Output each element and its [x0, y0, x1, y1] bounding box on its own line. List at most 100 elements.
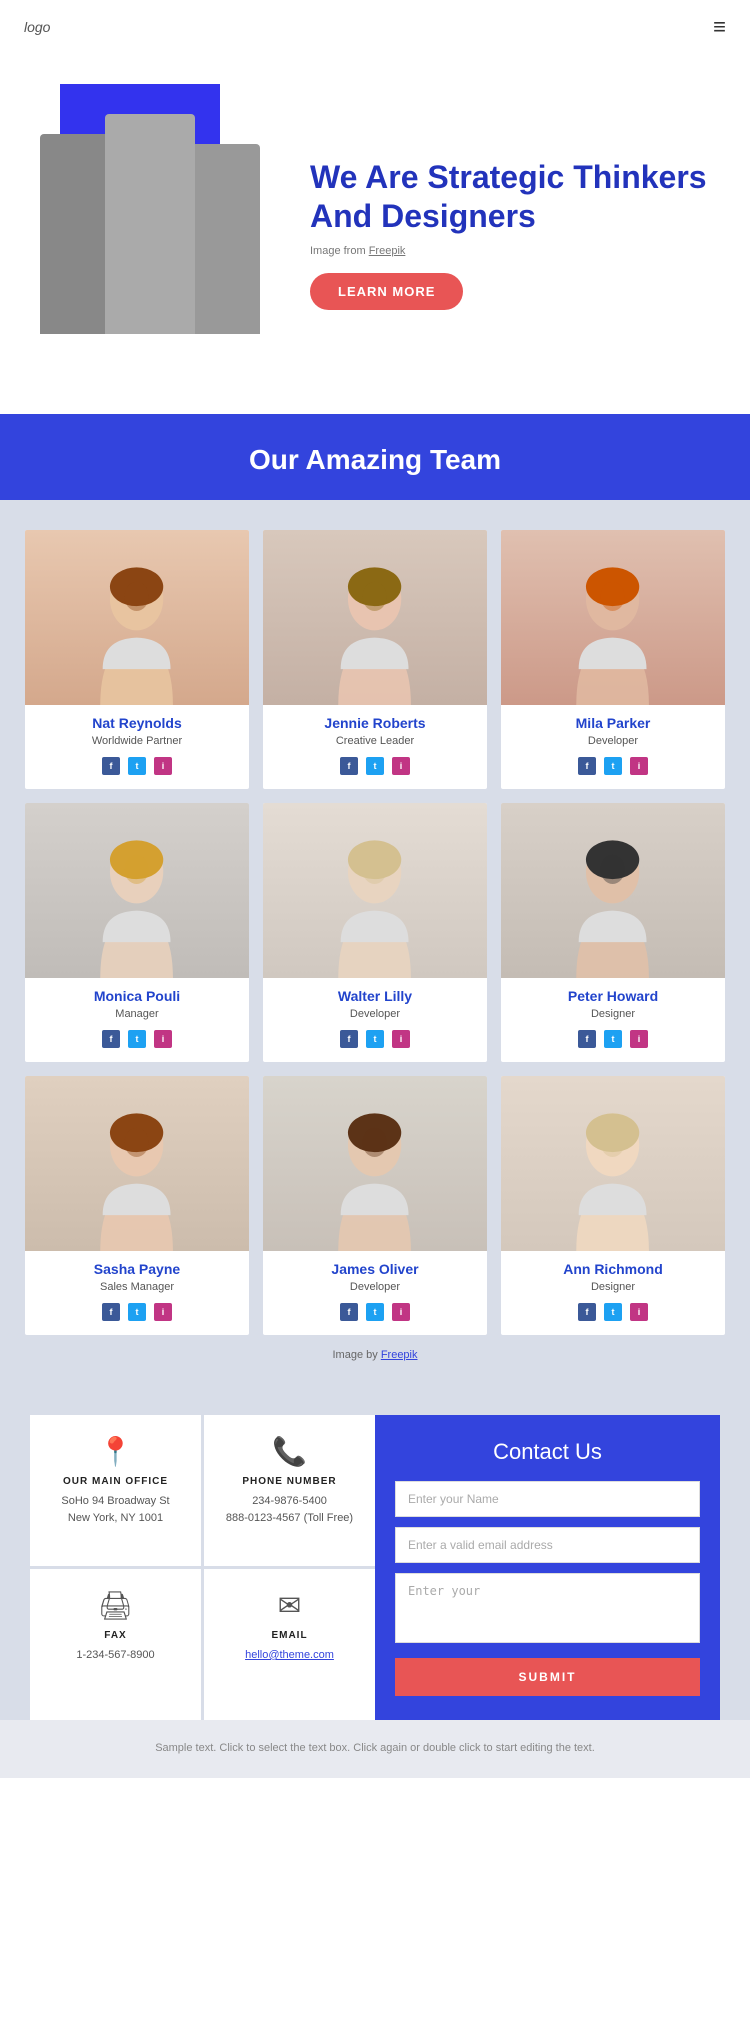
instagram-icon[interactable]: i — [154, 1030, 172, 1048]
team-card-photo — [263, 1076, 487, 1251]
contact-form: SUBMIT — [395, 1481, 700, 1696]
team-card-socials: f t i — [340, 1303, 410, 1321]
facebook-icon[interactable]: f — [102, 1030, 120, 1048]
team-card-role: Developer — [588, 735, 638, 747]
team-card-photo — [25, 1076, 249, 1251]
facebook-icon[interactable]: f — [578, 1030, 596, 1048]
facebook-icon[interactable]: f — [578, 757, 596, 775]
instagram-icon[interactable]: i — [392, 1030, 410, 1048]
team-card-name: Nat Reynolds — [92, 715, 181, 731]
name-input[interactable] — [395, 1481, 700, 1517]
facebook-icon[interactable]: f — [102, 1303, 120, 1321]
team-card-socials: f t i — [340, 757, 410, 775]
team-card-name: Monica Pouli — [94, 988, 180, 1004]
instagram-icon[interactable]: i — [392, 1303, 410, 1321]
team-card-photo — [501, 530, 725, 705]
email-link[interactable]: hello@theme.com — [245, 1649, 334, 1661]
team-card-role: Developer — [350, 1281, 400, 1293]
team-card: Ann Richmond Designer f t i — [501, 1076, 725, 1335]
facebook-icon[interactable]: f — [578, 1303, 596, 1321]
team-card: Jennie Roberts Creative Leader f t i — [263, 530, 487, 789]
twitter-icon[interactable]: t — [128, 1030, 146, 1048]
phone-icon: 📞 — [272, 1435, 307, 1468]
team-card-role: Designer — [591, 1281, 635, 1293]
instagram-icon[interactable]: i — [392, 757, 410, 775]
hero-section: We Are Strategic Thinkers And Designers … — [0, 54, 750, 414]
team-card-name: Jennie Roberts — [324, 715, 425, 731]
team-card-role: Sales Manager — [100, 1281, 174, 1293]
twitter-icon[interactable]: t — [366, 757, 384, 775]
hero-source-link[interactable]: Freepik — [369, 245, 406, 257]
instagram-icon[interactable]: i — [154, 1303, 172, 1321]
team-card-photo — [501, 1076, 725, 1251]
footer: Sample text. Click to select the text bo… — [0, 1720, 750, 1778]
learn-more-button[interactable]: LEARN MORE — [310, 273, 463, 310]
phone-numbers: 234-9876-5400888-0123-4567 (Toll Free) — [226, 1493, 353, 1526]
team-card-socials: f t i — [578, 757, 648, 775]
twitter-icon[interactable]: t — [604, 1303, 622, 1321]
team-freepik-link[interactable]: Freepik — [381, 1349, 418, 1361]
team-card-socials: f t i — [102, 1030, 172, 1048]
fax-icon: 🖨 — [98, 1589, 134, 1622]
twitter-icon[interactable]: t — [604, 757, 622, 775]
instagram-icon[interactable]: i — [154, 757, 172, 775]
twitter-icon[interactable]: t — [128, 1303, 146, 1321]
hero-text: We Are Strategic Thinkers And Designers … — [280, 158, 720, 310]
phone-label: PHONE NUMBER — [242, 1476, 336, 1487]
person-left — [40, 134, 115, 334]
twitter-icon[interactable]: t — [604, 1030, 622, 1048]
team-card-role: Designer — [591, 1008, 635, 1020]
team-card: James Oliver Developer f t i — [263, 1076, 487, 1335]
instagram-icon[interactable]: i — [630, 757, 648, 775]
team-card: Peter Howard Designer f t i — [501, 803, 725, 1062]
email-label: EMAIL — [271, 1630, 307, 1641]
message-textarea[interactable] — [395, 1573, 700, 1643]
hamburger-icon[interactable]: ≡ — [713, 14, 726, 40]
email-info-box: ✉ EMAIL hello@theme.com — [204, 1569, 375, 1720]
twitter-icon[interactable]: t — [366, 1303, 384, 1321]
team-card-socials: f t i — [578, 1030, 648, 1048]
contact-info-grid: 📍 OUR MAIN OFFICE SoHo 94 Broadway StNew… — [30, 1415, 375, 1720]
team-image-credit: Image by Freepik — [24, 1335, 726, 1375]
twitter-icon[interactable]: t — [366, 1030, 384, 1048]
team-grid-wrapper: Nat Reynolds Worldwide Partner f t i — [0, 500, 750, 1385]
team-card: Monica Pouli Manager f t i — [25, 803, 249, 1062]
office-info-box: 📍 OUR MAIN OFFICE SoHo 94 Broadway StNew… — [30, 1415, 201, 1566]
team-card-socials: f t i — [340, 1030, 410, 1048]
fax-label: FAX — [104, 1630, 126, 1641]
team-card-photo — [263, 803, 487, 978]
email-input[interactable] — [395, 1527, 700, 1563]
email-address: hello@theme.com — [245, 1647, 334, 1664]
facebook-icon[interactable]: f — [340, 1303, 358, 1321]
team-card-photo — [25, 530, 249, 705]
team-card-photo — [501, 803, 725, 978]
facebook-icon[interactable]: f — [102, 757, 120, 775]
team-card-socials: f t i — [102, 757, 172, 775]
logo: logo — [24, 19, 50, 35]
email-icon: ✉ — [278, 1589, 301, 1622]
team-card-name: Mila Parker — [576, 715, 651, 731]
team-card-role: Worldwide Partner — [92, 735, 182, 747]
hero-people — [40, 114, 300, 334]
facebook-icon[interactable]: f — [340, 757, 358, 775]
office-address: SoHo 94 Broadway StNew York, NY 1001 — [61, 1493, 169, 1526]
location-icon: 📍 — [98, 1435, 133, 1468]
team-card: Sasha Payne Sales Manager f t i — [25, 1076, 249, 1335]
team-card-photo — [263, 530, 487, 705]
contact-section: 📍 OUR MAIN OFFICE SoHo 94 Broadway StNew… — [0, 1385, 750, 1720]
contact-form-box: Contact Us SUBMIT — [375, 1415, 720, 1720]
instagram-icon[interactable]: i — [630, 1303, 648, 1321]
team-grid: Nat Reynolds Worldwide Partner f t i — [25, 530, 725, 1335]
team-card-name: Ann Richmond — [563, 1261, 663, 1277]
contact-grid: 📍 OUR MAIN OFFICE SoHo 94 Broadway StNew… — [30, 1415, 720, 1720]
team-section-title: Our Amazing Team — [0, 444, 750, 500]
facebook-icon[interactable]: f — [340, 1030, 358, 1048]
submit-button[interactable]: SUBMIT — [395, 1658, 700, 1696]
hero-image-group — [0, 94, 280, 374]
twitter-icon[interactable]: t — [128, 757, 146, 775]
person-mid — [105, 114, 195, 334]
team-card-name: Walter Lilly — [338, 988, 412, 1004]
team-card: Mila Parker Developer f t i — [501, 530, 725, 789]
footer-text: Sample text. Click to select the text bo… — [30, 1740, 720, 1758]
instagram-icon[interactable]: i — [630, 1030, 648, 1048]
